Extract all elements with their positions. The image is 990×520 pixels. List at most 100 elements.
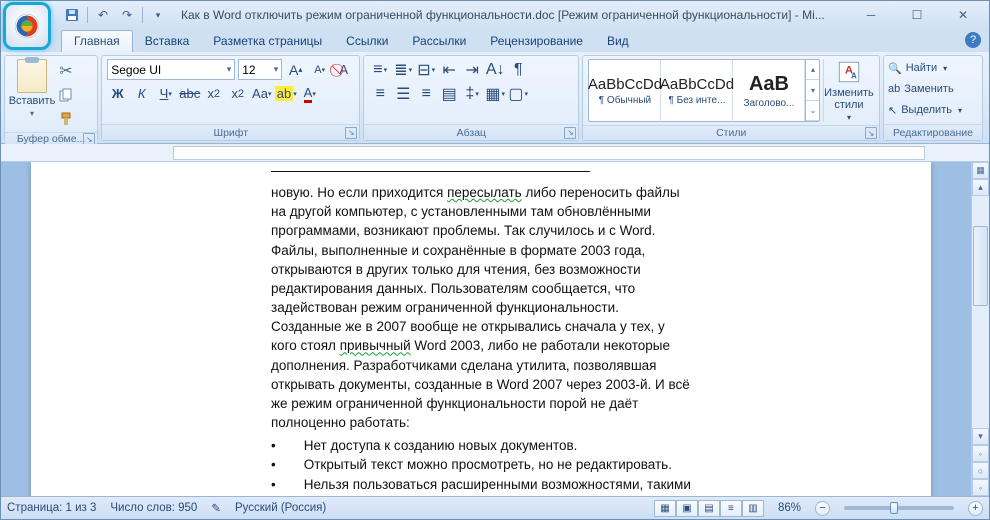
document-page[interactable]: новую. Но если приходится пересылать либ… (31, 162, 931, 496)
page-indicator[interactable]: Страница: 1 из 3 (7, 502, 96, 514)
align-right-button[interactable]: ≡ (415, 83, 437, 104)
tab-page-layout[interactable]: Разметка страницы (201, 31, 334, 52)
svg-text:A: A (851, 72, 857, 81)
increase-indent-button[interactable]: ⇥ (461, 59, 483, 80)
gallery-more[interactable]: ⌄ (806, 101, 819, 121)
prev-page[interactable]: ◦ (972, 445, 989, 462)
multilevel-button[interactable]: ⊟▾ (415, 59, 437, 80)
subscript-button[interactable]: x2 (203, 83, 224, 104)
list-item: Открытый текст можно просмотреть, но не … (271, 455, 691, 474)
font-color-button[interactable]: A▾ (299, 83, 320, 104)
tab-review[interactable]: Рецензирование (478, 31, 595, 52)
minimize-button[interactable]: ─ (849, 5, 893, 25)
style-normal[interactable]: AaBbCcDd¶ Обычный (589, 60, 661, 121)
numbering-button[interactable]: ≣▾ (392, 59, 414, 80)
style-heading[interactable]: AaBЗаголово... (733, 60, 805, 121)
font-launcher[interactable]: ↘ (345, 127, 357, 139)
qat-save-icon[interactable] (63, 6, 81, 24)
strike-button[interactable]: abc (179, 83, 200, 104)
tab-home[interactable]: Главная (61, 30, 133, 52)
body-text: новую. Но если приходится пересылать либ… (271, 183, 691, 432)
format-painter-icon[interactable] (56, 109, 76, 129)
highlight-button[interactable]: ab▾ (275, 83, 296, 104)
cut-icon[interactable]: ✂ (56, 61, 76, 81)
zoom-out-button[interactable]: − (815, 501, 830, 516)
cursor-icon: ↖ (888, 104, 897, 117)
qat-redo-icon[interactable]: ↷ (118, 6, 136, 24)
replace-button[interactable]: abЗаменить (888, 79, 962, 99)
list-item: Нет доступа к созданию новых документов. (271, 436, 691, 455)
change-styles-button[interactable]: AA Изменить стили▾ (823, 59, 873, 122)
align-center-button[interactable]: ☰ (392, 83, 414, 104)
sort-button[interactable]: A↓ (484, 59, 506, 80)
ruler-toggle[interactable]: ▦ (972, 162, 989, 179)
line-spacing-button[interactable]: ‡▾ (461, 83, 483, 104)
language-indicator[interactable]: Русский (Россия) (235, 502, 326, 514)
window-title: Как в Word отключить режим ограниченной … (181, 8, 849, 22)
tab-view[interactable]: Вид (595, 31, 641, 52)
scroll-up[interactable]: ▴ (972, 179, 989, 196)
scroll-down[interactable]: ▾ (972, 428, 989, 445)
quick-access-toolbar: ↶ ↷ ▾ (63, 6, 167, 24)
copy-icon[interactable] (56, 85, 76, 105)
web-layout-view[interactable]: ▤ (698, 500, 720, 517)
close-button[interactable]: ✕ (941, 5, 985, 25)
zoom-level[interactable]: 86% (778, 502, 801, 514)
spell-check-icon[interactable]: ✎ (211, 501, 221, 515)
bullets-button[interactable]: ≡▾ (369, 59, 391, 80)
qat-undo-icon[interactable]: ↶ (94, 6, 112, 24)
tab-mailings[interactable]: Рассылки (400, 31, 478, 52)
gallery-down[interactable]: ▾ (806, 80, 819, 100)
style-no-spacing[interactable]: AaBbCcDd¶ Без инте... (661, 60, 733, 121)
word-count[interactable]: Число слов: 950 (110, 502, 197, 514)
styles-launcher[interactable]: ↘ (865, 127, 877, 139)
ribbon-tabs: Главная Вставка Разметка страницы Ссылки… (1, 29, 989, 52)
shading-button[interactable]: ▦▾ (484, 83, 506, 104)
paste-label: Вставить (9, 95, 56, 107)
paste-button[interactable]: Вставить ▾ (10, 59, 54, 129)
binoculars-icon: 🔍 (888, 62, 902, 75)
print-layout-view[interactable]: ▦ (654, 500, 676, 517)
draft-view[interactable]: ▥ (742, 500, 764, 517)
help-icon[interactable]: ? (965, 32, 981, 48)
clear-format-icon[interactable]: A⃠ (333, 59, 354, 80)
shrink-font-icon[interactable]: A▾ (309, 59, 330, 80)
decrease-indent-button[interactable]: ⇤ (438, 59, 460, 80)
office-button[interactable] (3, 2, 51, 50)
ribbon: Вставить ▾ ✂ Буфер обме...↘ Segoe UI▾ 12… (1, 52, 989, 144)
qat-customize-icon[interactable]: ▾ (149, 6, 167, 24)
tab-insert[interactable]: Вставка (133, 31, 202, 52)
justify-button[interactable]: ▤ (438, 83, 460, 104)
gallery-up[interactable]: ▴ (806, 60, 819, 80)
style-gallery[interactable]: AaBbCcDd¶ Обычный AaBbCcDd¶ Без инте... … (588, 59, 820, 122)
body-text (271, 162, 691, 181)
styles-group-label: Стили (716, 127, 746, 139)
borders-button[interactable]: ▢▾ (507, 83, 529, 104)
zoom-slider[interactable] (844, 506, 954, 510)
maximize-button[interactable]: ☐ (895, 5, 939, 25)
change-case-button[interactable]: Aa▾ (251, 83, 272, 104)
italic-button[interactable]: К (131, 83, 152, 104)
paragraph-launcher[interactable]: ↘ (564, 127, 576, 139)
font-name-combo[interactable]: Segoe UI▾ (107, 59, 235, 80)
title-bar: ↶ ↷ ▾ Как в Word отключить режим огранич… (1, 1, 989, 29)
full-screen-view[interactable]: ▣ (676, 500, 698, 517)
bold-button[interactable]: Ж (107, 83, 128, 104)
scroll-thumb[interactable] (973, 226, 988, 306)
select-button[interactable]: ↖Выделить▾ (888, 100, 962, 120)
find-button[interactable]: 🔍Найти▾ (888, 58, 962, 78)
vertical-scrollbar[interactable]: ▦ ▴ ▾ ◦ ○ ◦ (971, 162, 989, 496)
browse-object[interactable]: ○ (972, 462, 989, 479)
editing-group-label: Редактирование (893, 127, 973, 139)
superscript-button[interactable]: x2 (227, 83, 248, 104)
font-size-combo[interactable]: 12▾ (238, 59, 282, 80)
grow-font-icon[interactable]: A▴ (285, 59, 306, 80)
zoom-in-button[interactable]: + (968, 501, 983, 516)
show-marks-button[interactable]: ¶ (507, 59, 529, 80)
tab-references[interactable]: Ссылки (334, 31, 400, 52)
next-page[interactable]: ◦ (972, 479, 989, 496)
outline-view[interactable]: ≡ (720, 500, 742, 517)
horizontal-ruler[interactable] (1, 144, 989, 162)
align-left-button[interactable]: ≡ (369, 83, 391, 104)
underline-button[interactable]: Ч▾ (155, 83, 176, 104)
